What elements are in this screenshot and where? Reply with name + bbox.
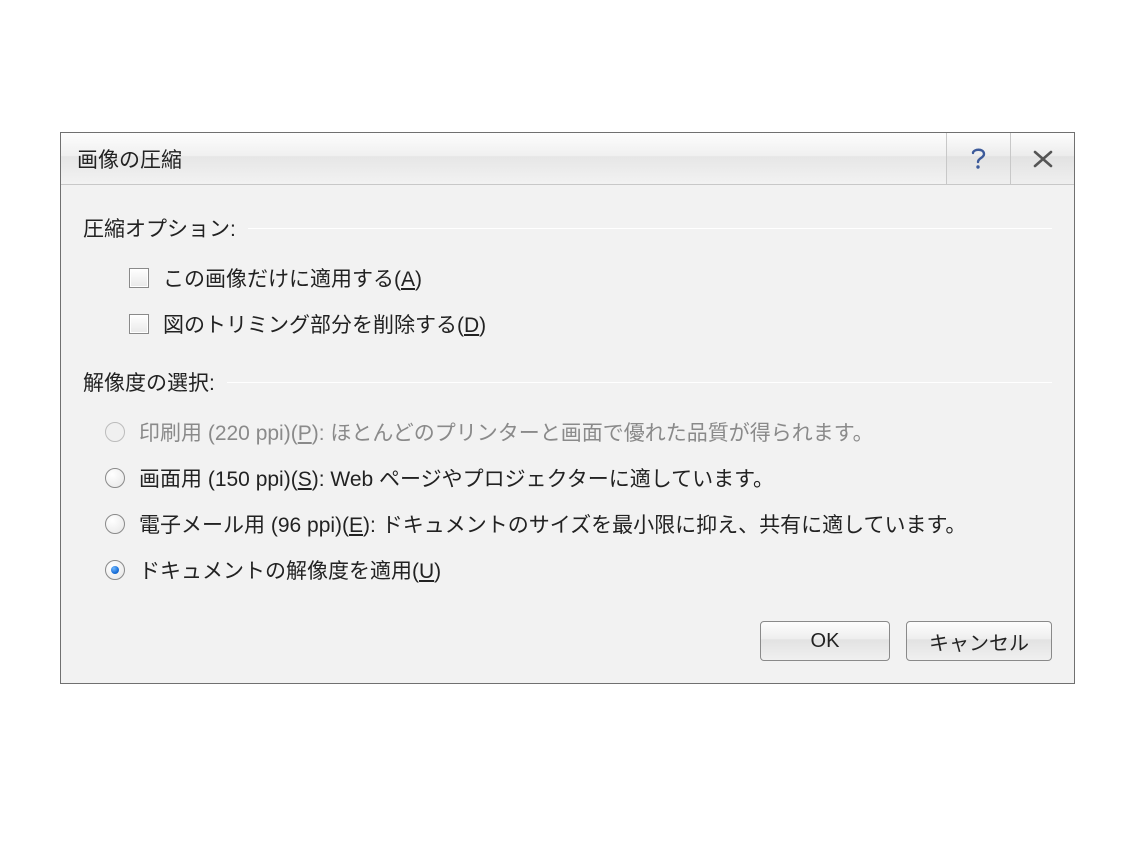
resolution-label-email: 電子メール用 (96 ppi)(E): ドキュメントのサイズを最小限に抑え、共有… bbox=[139, 509, 966, 539]
resolution-option-doc[interactable]: ドキュメントの解像度を適用(U) bbox=[83, 549, 1052, 595]
titlebar: 画像の圧縮 bbox=[61, 133, 1074, 185]
resolution-label-screen: 画面用 (150 ppi)(S): Web ページやプロジェクターに適しています… bbox=[139, 463, 774, 493]
dialog-body: 圧縮オプション: この画像だけに適用する(A) 図のトリミング部分を削除する(D… bbox=[61, 185, 1074, 605]
delete-cropped-label: 図のトリミング部分を削除する(D) bbox=[163, 309, 486, 339]
resolution-radio-group: 印刷用 (220 ppi)(P): ほとんどのプリンターと画面で優れた品質が得ら… bbox=[83, 411, 1052, 595]
resolution-label-print: 印刷用 (220 ppi)(P): ほとんどのプリンターと画面で優れた品質が得ら… bbox=[139, 417, 874, 447]
apply-only-this-label: この画像だけに適用する(A) bbox=[163, 263, 422, 293]
resolution-option-email[interactable]: 電子メール用 (96 ppi)(E): ドキュメントのサイズを最小限に抑え、共有… bbox=[83, 503, 1052, 549]
resolution-radio-email[interactable] bbox=[105, 514, 125, 534]
apply-only-this-checkbox[interactable] bbox=[129, 268, 149, 288]
help-button[interactable] bbox=[946, 133, 1010, 184]
close-icon bbox=[1032, 150, 1054, 168]
compress-pictures-dialog: 画像の圧縮 圧縮オプション: この画像だけに適用する(A) bbox=[60, 132, 1075, 684]
resolution-label-doc: ドキュメントの解像度を適用(U) bbox=[139, 555, 441, 585]
resolution-heading-text: 解像度の選択: bbox=[83, 367, 215, 397]
help-icon bbox=[969, 147, 989, 171]
dialog-footer: OK キャンセル bbox=[61, 605, 1074, 683]
group-divider bbox=[248, 228, 1052, 229]
resolution-radio-print bbox=[105, 422, 125, 442]
ok-button[interactable]: OK bbox=[760, 621, 890, 661]
compression-options-heading-text: 圧縮オプション: bbox=[83, 213, 236, 243]
resolution-heading: 解像度の選択: bbox=[83, 367, 1052, 397]
cancel-button[interactable]: キャンセル bbox=[906, 621, 1052, 661]
resolution-radio-doc[interactable] bbox=[105, 560, 125, 580]
compression-options-heading: 圧縮オプション: bbox=[83, 213, 1052, 243]
group-divider bbox=[227, 382, 1052, 383]
apply-only-this-checkbox-row[interactable]: この画像だけに適用する(A) bbox=[83, 257, 1052, 303]
delete-cropped-checkbox-row[interactable]: 図のトリミング部分を削除する(D) bbox=[83, 303, 1052, 349]
dialog-title: 画像の圧縮 bbox=[61, 133, 946, 184]
delete-cropped-checkbox[interactable] bbox=[129, 314, 149, 334]
resolution-radio-screen[interactable] bbox=[105, 468, 125, 488]
resolution-option-screen[interactable]: 画面用 (150 ppi)(S): Web ページやプロジェクターに適しています… bbox=[83, 457, 1052, 503]
close-button[interactable] bbox=[1010, 133, 1074, 184]
resolution-option-print: 印刷用 (220 ppi)(P): ほとんどのプリンターと画面で優れた品質が得ら… bbox=[83, 411, 1052, 457]
